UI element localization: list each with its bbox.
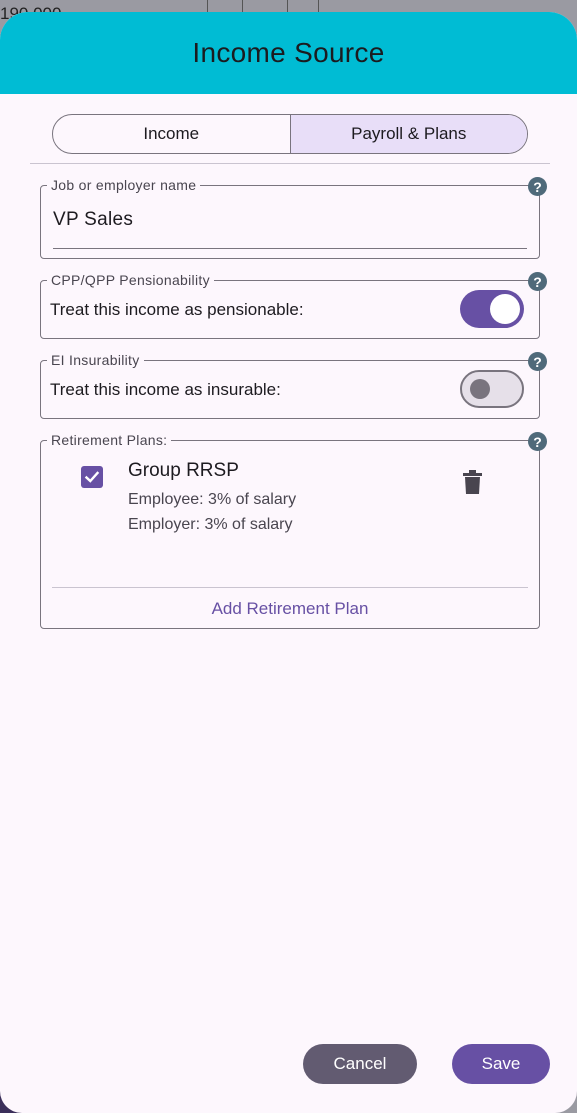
plan-employer-contribution: Employer: 3% of salary — [128, 516, 293, 533]
add-retirement-plan-button[interactable]: Add Retirement Plan — [41, 599, 539, 619]
cpp-legend: CPP/QPP Pensionability — [51, 272, 210, 288]
tab-income[interactable]: Income — [53, 115, 290, 153]
job-name-underline — [53, 248, 527, 249]
help-icon-cpp[interactable]: ? — [528, 272, 547, 291]
dialog-header: Income Source — [0, 12, 577, 94]
save-button[interactable]: Save — [452, 1044, 550, 1084]
tab-divider — [30, 163, 550, 164]
plan-checkbox[interactable] — [81, 466, 103, 488]
job-name-input[interactable]: VP Sales — [53, 209, 133, 231]
plan-divider — [52, 587, 528, 588]
retirement-legend: Retirement Plans: — [51, 432, 168, 448]
cancel-button[interactable]: Cancel — [303, 1044, 417, 1084]
ei-label: Treat this income as insurable: — [50, 380, 281, 399]
toggle-knob — [490, 294, 520, 324]
toggle-knob — [470, 379, 490, 399]
cpp-pensionable-toggle[interactable] — [460, 290, 524, 328]
plan-employee-contribution: Employee: 3% of salary — [128, 491, 297, 508]
tab-payroll-plans[interactable]: Payroll & Plans — [289, 115, 527, 153]
help-icon-ei[interactable]: ? — [528, 352, 547, 371]
dialog-title: Income Source — [192, 37, 385, 68]
trash-icon — [463, 470, 482, 494]
help-icon-retirement[interactable]: ? — [528, 432, 547, 451]
job-name-legend: Job or employer name — [51, 177, 197, 193]
ei-legend: EI Insurability — [51, 352, 140, 368]
tab-switcher: Income Payroll & Plans — [52, 114, 528, 154]
cpp-label: Treat this income as pensionable: — [50, 300, 304, 319]
checkmark-icon — [84, 471, 100, 483]
help-icon-job[interactable]: ? — [528, 177, 547, 196]
plan-name: Group RRSP — [128, 460, 239, 481]
income-source-dialog: Income Source Income Payroll & Plans Job… — [0, 12, 577, 1113]
delete-plan-button[interactable] — [463, 470, 482, 499]
job-name-field: Job or employer name VP Sales — [40, 177, 540, 259]
ei-insurable-toggle[interactable] — [460, 370, 524, 408]
